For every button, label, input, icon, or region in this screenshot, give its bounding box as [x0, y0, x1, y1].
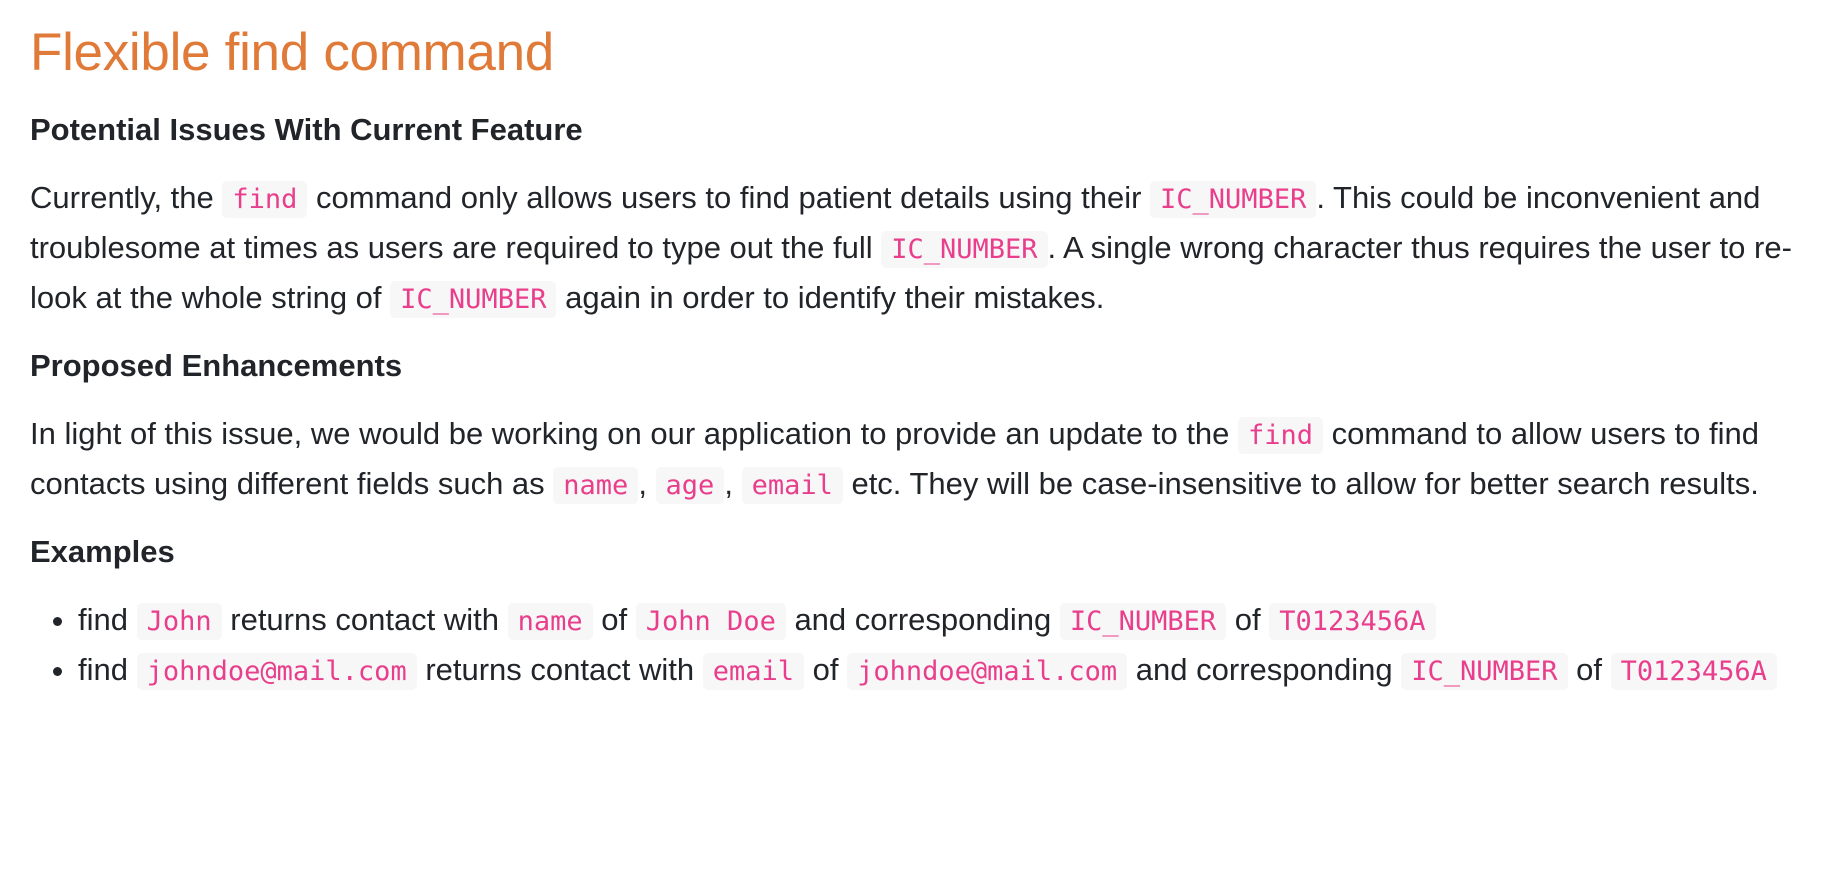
inline-code: John	[136, 603, 222, 640]
text-fragment: returns contact with	[416, 652, 703, 687]
list-item: find John returns contact with name of J…	[78, 596, 1828, 646]
text-fragment: command only allows users to find patien…	[307, 180, 1151, 215]
inline-code: age	[655, 467, 725, 504]
inline-code: T0123456A	[1610, 653, 1777, 690]
inline-code: johndoe@mail.com	[136, 653, 417, 690]
text-fragment: find	[78, 602, 137, 637]
inline-code: IC_NUMBER	[390, 281, 557, 318]
page-title: Flexible find command	[30, 23, 554, 82]
text-fragment: ,	[638, 466, 656, 501]
text-fragment: of	[1226, 602, 1270, 637]
text-fragment: of	[804, 652, 848, 687]
enhancements-paragraph: In light of this issue, we would be work…	[30, 410, 1828, 510]
examples-list: find John returns contact with name of J…	[30, 596, 1828, 696]
text-fragment: returns contact with	[221, 602, 508, 637]
text-fragment: Currently, the	[30, 180, 223, 215]
issues-paragraph: Currently, the find command only allows …	[30, 174, 1828, 324]
section-heading-issues: Potential Issues With Current Feature	[30, 112, 583, 147]
inline-code: johndoe@mail.com	[847, 653, 1128, 690]
inline-code: IC_NUMBER	[1059, 603, 1227, 640]
text-fragment: etc. They will be case-insensitive to al…	[842, 466, 1759, 501]
inline-code: IC_NUMBER	[1401, 653, 1568, 690]
section-heading-enhancements: Proposed Enhancements	[30, 348, 403, 383]
inline-code: John Doe	[635, 603, 786, 640]
inline-code: find	[222, 181, 308, 218]
list-item: find johndoe@mail.com returns contact wi…	[78, 646, 1828, 696]
inline-code: name	[553, 467, 639, 504]
inline-code: find	[1238, 417, 1324, 454]
inline-code: email	[702, 653, 804, 690]
text-fragment: of	[1567, 652, 1611, 687]
text-fragment: ,	[724, 466, 742, 501]
section-heading-examples: Examples	[30, 534, 175, 569]
inline-code: IC_NUMBER	[1150, 181, 1317, 218]
text-fragment: of	[592, 602, 636, 637]
inline-code: T0123456A	[1269, 603, 1436, 640]
inline-code: email	[741, 467, 843, 504]
inline-code: IC_NUMBER	[881, 231, 1048, 268]
text-fragment: again in order to identify their mistake…	[556, 280, 1105, 315]
text-fragment: find	[78, 652, 137, 687]
document: Flexible find command Potential Issues W…	[0, 0, 1842, 872]
text-fragment: In light of this issue, we would be work…	[30, 416, 1239, 451]
inline-code: name	[507, 603, 593, 640]
text-fragment: and corresponding	[785, 602, 1060, 637]
text-fragment: and corresponding	[1127, 652, 1402, 687]
